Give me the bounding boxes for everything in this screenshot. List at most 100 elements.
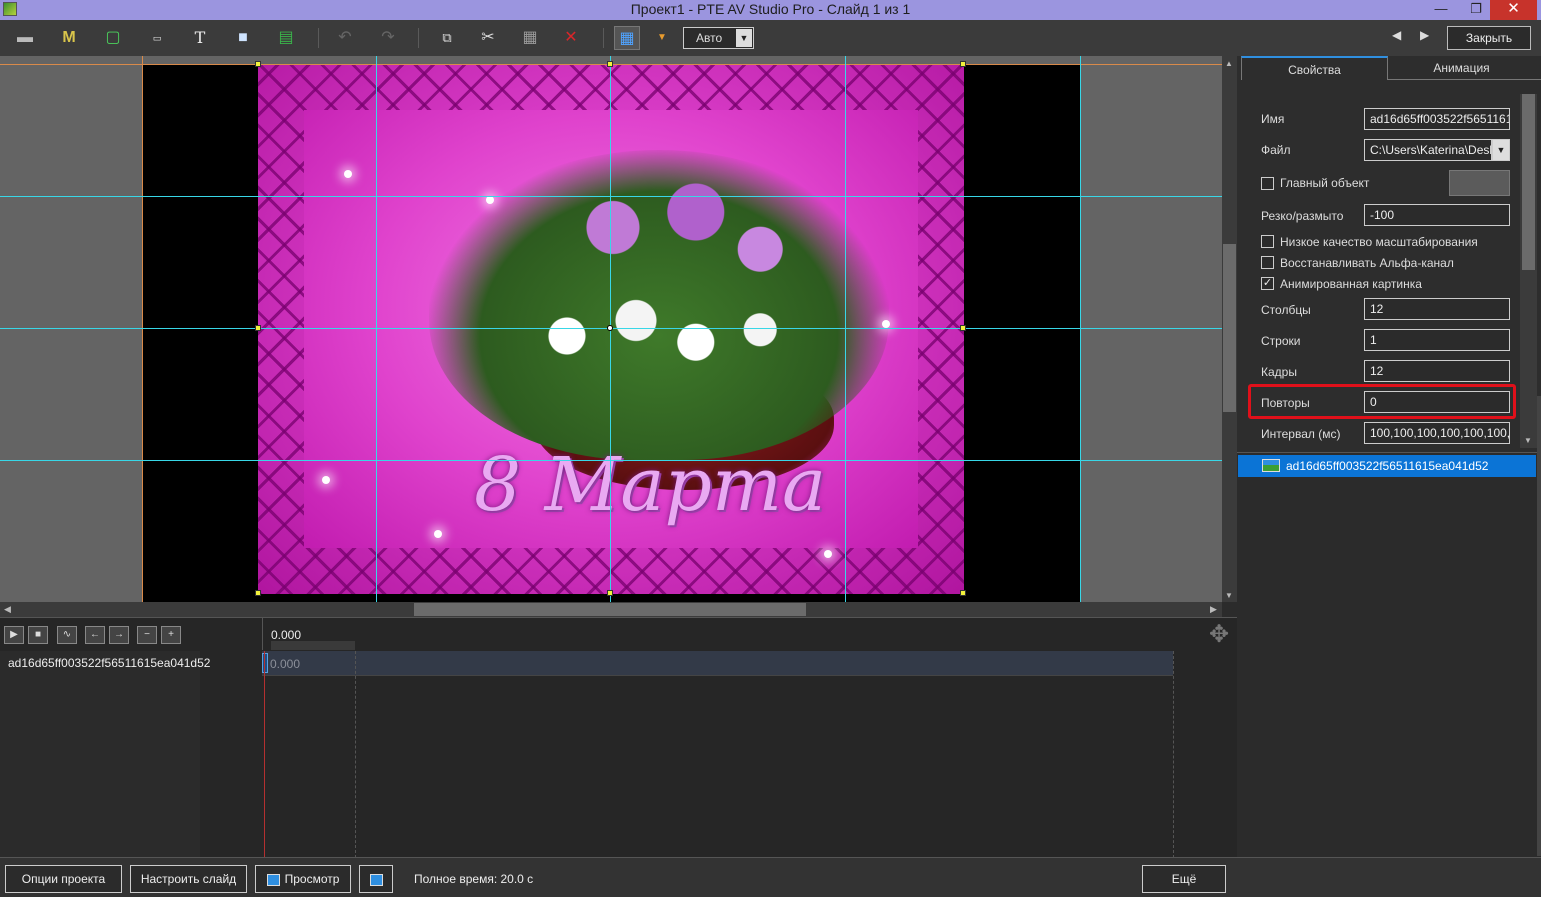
delete-icon[interactable]: ✕ <box>558 26 584 50</box>
maximize-button[interactable]: ❐ <box>1462 0 1490 20</box>
animated-checkbox[interactable]: ✓ <box>1261 277 1274 290</box>
scroll-down-icon[interactable]: ▼ <box>1225 591 1233 600</box>
resize-handle[interactable] <box>255 590 261 596</box>
guide-line <box>0 196 1222 197</box>
restore-alpha-checkbox[interactable] <box>1261 256 1274 269</box>
timeline: ▶ ■ ∿ ← → − + 0.000 ✥ ad16d65ff003522f56… <box>0 617 1237 858</box>
canvas-vertical-scrollbar[interactable]: ▲ ▼ <box>1222 56 1237 602</box>
move-icon[interactable]: ✥ <box>1205 621 1233 649</box>
resize-handle[interactable] <box>960 325 966 331</box>
animated-label: Анимированная картинка <box>1280 277 1422 291</box>
slide-settings-button[interactable]: Настроить слайд <box>130 865 247 893</box>
main-object-color-swatch[interactable] <box>1449 170 1510 196</box>
image-icon <box>1262 459 1280 472</box>
fullscreen-preview-button[interactable] <box>359 865 393 893</box>
sparkle-icon <box>882 320 890 328</box>
scrollbar-thumb[interactable] <box>414 603 806 616</box>
guide-line <box>376 56 377 602</box>
redo-icon[interactable]: ↷ <box>375 26 401 50</box>
sparkle-icon <box>322 476 330 484</box>
timeline-track[interactable]: 0.000 <box>262 651 1173 676</box>
text-icon[interactable]: T <box>187 26 213 50</box>
window-title: Проект1 - PTE AV Studio Pro - Слайд 1 из… <box>630 1 911 17</box>
copy-icon[interactable]: ⧉ <box>434 26 460 50</box>
toolbar: ▬ M ▢ ▭ T ■ ▤ ↶ ↷ ⧉ ✂ ▦ ✕ ▦ ▼ Авто ▼ ◀ ▶… <box>0 20 1541 56</box>
button-icon[interactable]: ▭ <box>144 26 170 50</box>
chevron-down-icon[interactable]: ▼ <box>1492 139 1510 161</box>
zoom-in-icon[interactable]: + <box>161 626 181 644</box>
preview-icon <box>266 873 280 886</box>
highlight-box <box>1248 384 1516 419</box>
close-editor-button[interactable]: Закрыть <box>1447 26 1531 50</box>
main-object-checkbox[interactable] <box>1261 177 1274 190</box>
camera-icon[interactable]: ▬ <box>12 26 38 50</box>
arrow-left-icon[interactable]: ← <box>85 626 105 644</box>
project-options-button[interactable]: Опции проекта <box>5 865 122 893</box>
right-panel-scrollbar[interactable] <box>1537 396 1541 856</box>
scrollbar-thumb[interactable] <box>1522 94 1535 270</box>
name-input[interactable]: ad16d65ff003522f56511615ea041d52 <box>1364 108 1510 130</box>
track-label[interactable]: ad16d65ff003522f56511615ea041d52 <box>8 656 210 670</box>
image-icon[interactable]: ▤ <box>273 26 299 50</box>
sparkle-icon <box>344 170 352 178</box>
columns-input[interactable]: 12 <box>1364 298 1510 320</box>
canvas-horizontal-scrollbar[interactable]: ◀ ▶ <box>0 602 1222 617</box>
slide-canvas[interactable]: 8 Марта <box>0 56 1222 602</box>
paste-icon[interactable]: ▦ <box>517 26 543 50</box>
list-item[interactable]: ad16d65ff003522f56511615ea041d52 <box>1238 455 1536 477</box>
waveform-icon[interactable]: ∿ <box>57 626 77 644</box>
resize-handle[interactable] <box>255 61 261 67</box>
scroll-down-icon[interactable]: ▼ <box>1524 436 1532 445</box>
app-window: Проект1 - PTE AV Studio Pro - Слайд 1 из… <box>0 0 1541 897</box>
low-quality-checkbox[interactable] <box>1261 235 1274 248</box>
frame-icon[interactable]: ▢ <box>100 26 126 50</box>
close-window-button[interactable]: ✕ <box>1490 0 1537 20</box>
resize-handle[interactable] <box>607 590 613 596</box>
scroll-right-icon[interactable]: ▶ <box>1210 604 1217 615</box>
timeline-marker <box>1173 651 1174 858</box>
frames-input[interactable]: 12 <box>1364 360 1510 382</box>
slide-edge-left <box>142 56 143 602</box>
dropdown-arrow-icon[interactable]: ▼ <box>649 26 675 50</box>
resize-handle[interactable] <box>960 590 966 596</box>
minimize-button[interactable]: — <box>1427 0 1455 20</box>
guide-line <box>845 56 846 602</box>
more-button[interactable]: Ещё <box>1142 865 1226 893</box>
clip-start-handle[interactable] <box>262 653 268 673</box>
resize-handle[interactable] <box>255 325 261 331</box>
properties-scrollbar[interactable]: ▼ <box>1520 94 1537 448</box>
cut-icon[interactable]: ✂ <box>475 26 501 50</box>
next-slide-icon[interactable]: ▶ <box>1420 28 1429 42</box>
resize-handle[interactable] <box>960 61 966 67</box>
prev-slide-icon[interactable]: ◀ <box>1392 28 1401 42</box>
playhead[interactable] <box>264 651 265 858</box>
undo-icon[interactable]: ↶ <box>332 26 358 50</box>
blur-label: Резко/размыто <box>1261 209 1344 223</box>
play-icon[interactable]: ▶ <box>4 626 24 644</box>
bottom-bar: Опции проекта Настроить слайд Просмотр П… <box>0 857 1541 897</box>
stop-icon[interactable]: ■ <box>28 626 48 644</box>
rows-input[interactable]: 1 <box>1364 329 1510 351</box>
interval-input[interactable]: 100,100,100,100,100,100,100 <box>1364 422 1510 444</box>
timeline-ruler[interactable]: 0.000 <box>262 618 1173 650</box>
scrollbar-thumb[interactable] <box>1223 244 1236 412</box>
properties-panel: Свойства Анимация Имя ad16d65ff003522f56… <box>1237 56 1541 857</box>
scroll-up-icon[interactable]: ▲ <box>1225 59 1233 68</box>
preview-button[interactable]: Просмотр <box>255 865 351 893</box>
scroll-left-icon[interactable]: ◀ <box>4 604 11 615</box>
resize-handle[interactable] <box>607 61 613 67</box>
view-mode-select[interactable]: Авто ▼ <box>683 27 754 49</box>
tab-properties[interactable]: Свойства <box>1241 56 1388 80</box>
arrow-right-icon[interactable]: → <box>109 626 129 644</box>
tab-animation[interactable]: Анимация <box>1388 56 1535 80</box>
grid-icon[interactable]: ▦ <box>614 26 640 50</box>
sparkle-icon <box>824 550 832 558</box>
center-point[interactable] <box>607 325 613 331</box>
file-input[interactable]: C:\Users\Katerina\Desktop <box>1364 139 1492 161</box>
total-time: Полное время: 20.0 с <box>414 872 534 886</box>
zoom-out-icon[interactable]: − <box>137 626 157 644</box>
rectangle-icon[interactable]: ■ <box>230 26 256 50</box>
mask-icon[interactable]: M <box>56 26 82 50</box>
frames-label: Кадры <box>1261 365 1297 379</box>
blur-input[interactable]: -100 <box>1364 204 1510 226</box>
